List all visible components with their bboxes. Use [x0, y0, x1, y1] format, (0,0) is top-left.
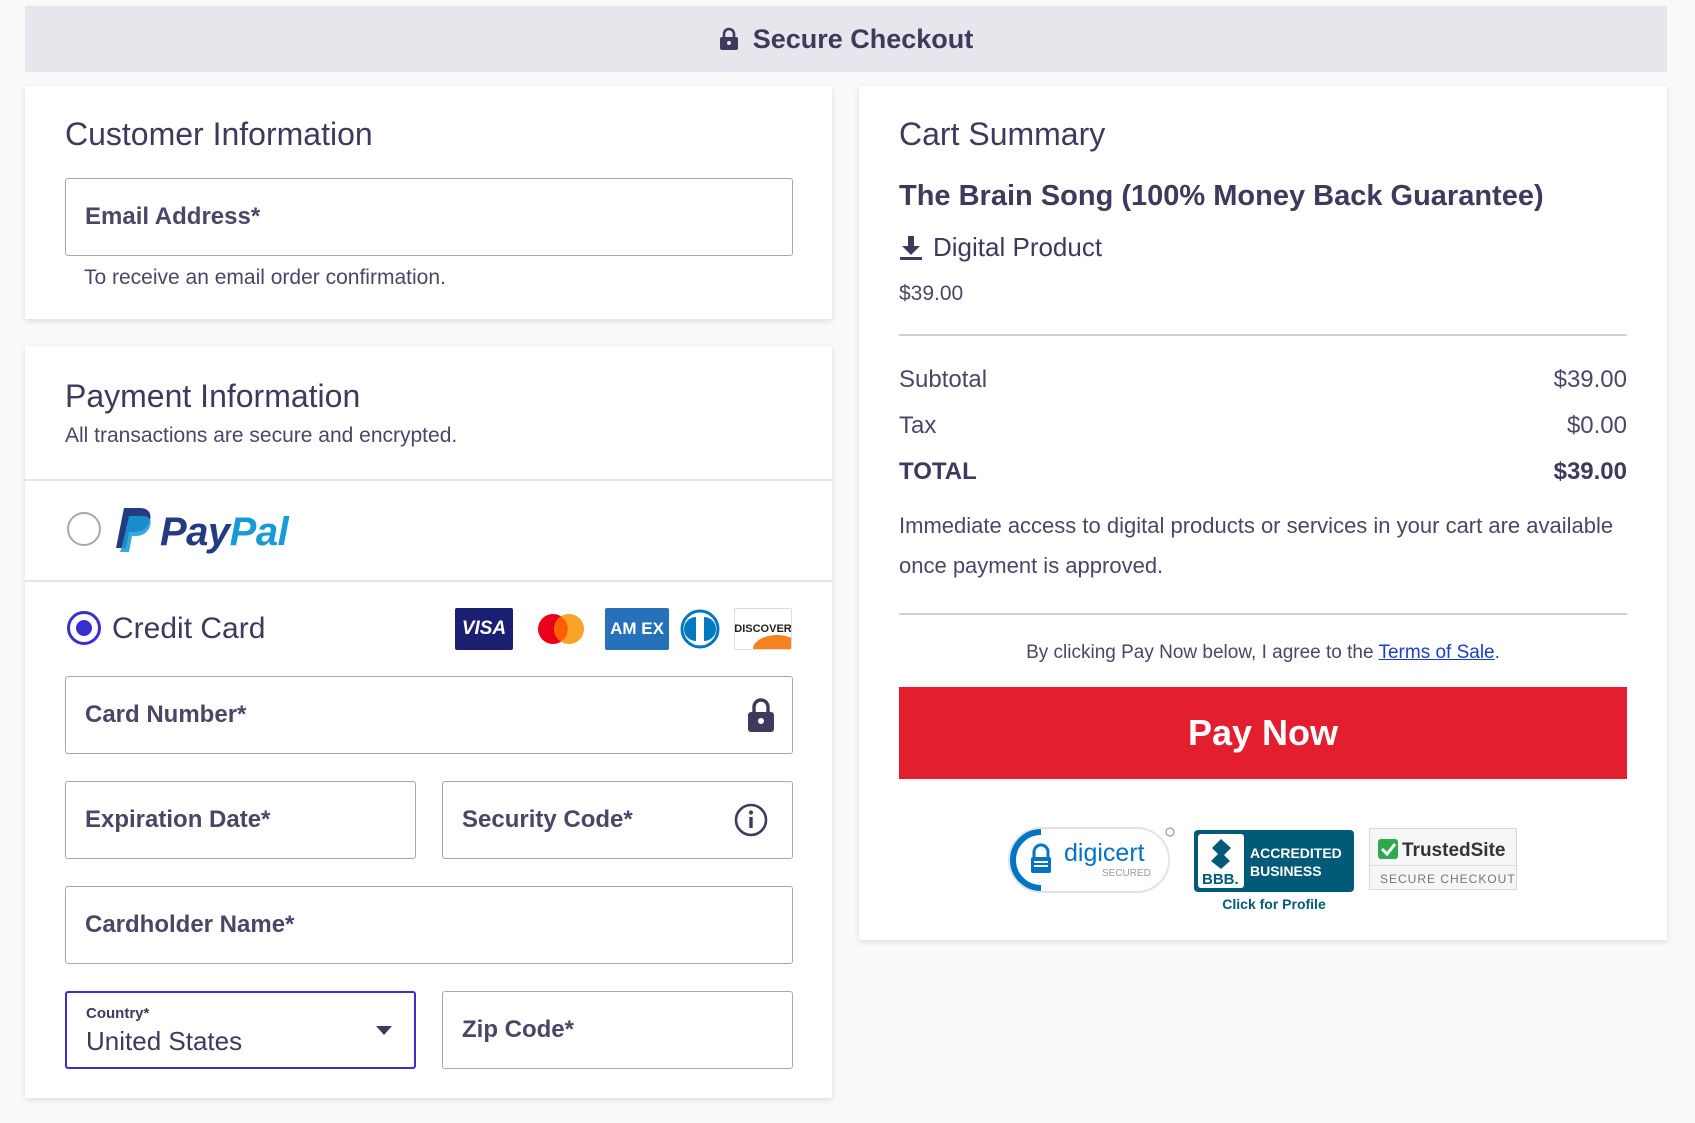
paypal-wordmark: PayPal [160, 510, 289, 554]
expiration-date-input[interactable] [85, 782, 415, 858]
product-type: Digital Product [899, 232, 1102, 263]
page-title: Secure Checkout [752, 23, 974, 54]
country-value: United States [86, 1026, 243, 1056]
terms-of-sale-link[interactable]: Terms of Sale [1378, 642, 1494, 663]
svg-text:digicert: digicert [1064, 839, 1145, 867]
divider [25, 580, 832, 582]
tax-label: Tax [899, 412, 937, 439]
cart-summary-card: Cart Summary The Brain Song (100% Money … [859, 86, 1667, 940]
divider [899, 334, 1627, 336]
country-select[interactable]: Country* United States [65, 991, 416, 1069]
bbb-badge[interactable]: BBB. ACCREDITED BUSINESS [1194, 830, 1354, 892]
svg-text:SECURED: SECURED [1102, 868, 1151, 879]
svg-text:ACCREDITED: ACCREDITED [1250, 845, 1342, 861]
credit-card-label[interactable]: Credit Card [112, 612, 265, 646]
secure-checkout-bar: Secure Checkout [25, 6, 1667, 72]
total-row: TOTAL $39.00 [899, 458, 1627, 486]
cardholder-name-input[interactable] [85, 887, 792, 963]
payment-information-heading: Payment Information [65, 378, 361, 414]
mastercard-icon [532, 608, 590, 650]
paypal-logo-icon [112, 506, 152, 559]
svg-text:SECURE CHECKOUT: SECURE CHECKOUT [1380, 872, 1516, 886]
discover-icon: DISCOVER [734, 608, 792, 650]
tax-row: Tax $0.00 [899, 412, 1627, 440]
lock-icon [747, 697, 775, 733]
payment-information-card: Payment Information All transactions are… [25, 346, 832, 1098]
email-field[interactable] [65, 178, 793, 256]
country-label: Country* [86, 1005, 150, 1022]
download-icon [900, 235, 922, 260]
tax-value: $0.00 [1566, 412, 1627, 439]
product-price: $39.00 [899, 282, 964, 305]
card-number-input[interactable] [85, 677, 792, 753]
security-code-field[interactable] [442, 781, 793, 859]
cart-summary-heading: Cart Summary [899, 116, 1106, 152]
lock-icon [719, 27, 739, 51]
trustedsite-badge[interactable]: TrustedSite SECURE CHECKOUT [1369, 828, 1518, 890]
product-title: The Brain Song (100% Money Back Guarante… [899, 180, 1544, 212]
total-label: TOTAL [899, 458, 977, 485]
total-value: $39.00 [1553, 458, 1627, 485]
terms-notice: By clicking Pay Now below, I agree to th… [1026, 642, 1500, 663]
email-input[interactable] [85, 179, 792, 255]
card-number-field[interactable] [65, 676, 793, 754]
payment-subtitle: All transactions are secure and encrypte… [65, 424, 458, 447]
subtotal-label: Subtotal [899, 366, 988, 393]
cardholder-name-field[interactable] [65, 886, 793, 964]
info-icon[interactable] [734, 803, 768, 837]
zip-code-input[interactable] [462, 992, 792, 1068]
trust-badges: digicert SECURED BBB. ACCREDITED BUSINES… [1007, 826, 1527, 916]
zip-code-field[interactable] [442, 991, 793, 1069]
paypal-option[interactable]: PayPal [112, 506, 289, 559]
credit-card-radio[interactable] [67, 611, 101, 645]
access-note: Immediate access to digital products or … [899, 513, 1614, 578]
customer-information-heading: Customer Information [65, 116, 373, 152]
subtotal-value: $39.00 [1553, 366, 1627, 393]
bbb-click-for-profile[interactable]: Click for Profile [1194, 896, 1354, 912]
pay-now-button[interactable]: Pay Now [899, 687, 1627, 779]
expiration-date-field[interactable] [65, 781, 416, 859]
email-hint: To receive an email order confirmation. [84, 266, 446, 289]
svg-text:BUSINESS: BUSINESS [1250, 863, 1322, 879]
chevron-down-icon[interactable] [376, 1026, 392, 1035]
paypal-radio[interactable] [67, 512, 101, 546]
subtotal-row: Subtotal $39.00 [899, 366, 1627, 394]
svg-text:TrustedSite: TrustedSite [1402, 840, 1505, 861]
diners-club-icon [678, 608, 722, 650]
customer-information-card: Customer Information To receive an email… [25, 86, 832, 319]
divider [25, 479, 832, 481]
svg-text:BBB.: BBB. [1202, 871, 1239, 888]
amex-icon: AM EX [605, 608, 669, 650]
digicert-badge[interactable]: digicert SECURED [1007, 826, 1175, 894]
visa-icon: VISA [455, 608, 513, 650]
divider [899, 613, 1627, 615]
